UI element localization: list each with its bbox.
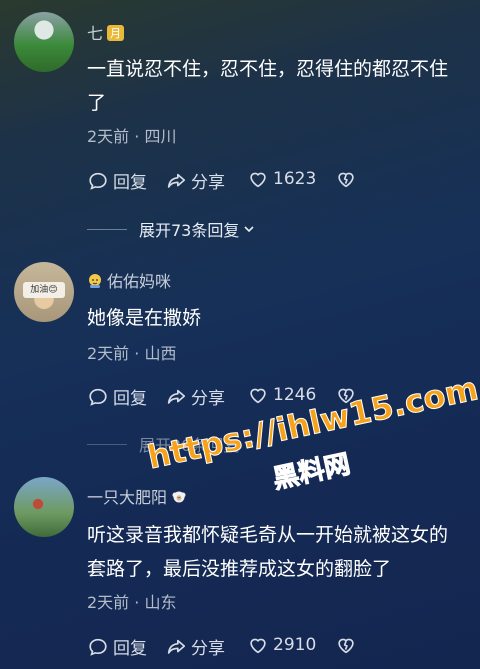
- comment-actions: 回复 分享 2910: [87, 634, 467, 659]
- avatar[interactable]: [14, 477, 74, 537]
- share-icon: [167, 389, 186, 404]
- comment-meta: 2天前 · 山东: [87, 593, 177, 612]
- comment-actions: 回复 分享 1623: [87, 168, 467, 193]
- chevron-down-icon: [244, 226, 254, 233]
- like-button[interactable]: 1246: [247, 384, 316, 406]
- broken-heart-icon: [338, 638, 354, 654]
- share-button[interactable]: 分享: [165, 168, 225, 193]
- avatar-sign: 加油😊: [23, 282, 65, 298]
- heart-icon: [250, 388, 266, 404]
- comment-text: 听这录音我都怀疑毛奇从一开始就被这女的套路了，最后没推荐成这女的翻脸了: [87, 524, 449, 580]
- dislike-button[interactable]: [335, 634, 357, 656]
- share-button[interactable]: 分享: [165, 634, 225, 659]
- avatar[interactable]: 加油😊: [14, 262, 74, 322]
- username[interactable]: 七月: [87, 20, 125, 44]
- share-icon: [167, 639, 186, 654]
- heart-icon: [250, 638, 266, 654]
- baby-emoji-icon: [89, 274, 101, 288]
- watermark-name: 黑料网: [270, 449, 354, 496]
- share-icon: [167, 173, 186, 188]
- comment-meta: 2天前 · 山西: [87, 344, 177, 363]
- like-count: 1246: [273, 385, 317, 405]
- comment-meta: 2天前 · 四川: [87, 127, 177, 146]
- broken-heart-icon: [338, 172, 354, 188]
- comment-text: 一直说忍不住，忍不住，忍得住的都忍不住了: [87, 58, 449, 114]
- divider: [87, 228, 127, 230]
- reply-icon: [89, 172, 107, 190]
- dislike-button[interactable]: [335, 168, 357, 190]
- expand-replies-button[interactable]: 展开73条回复: [87, 217, 387, 241]
- reply-button[interactable]: 回复: [87, 634, 147, 659]
- like-count: 2910: [273, 635, 317, 655]
- reply-button[interactable]: 回复: [87, 384, 147, 409]
- reply-button[interactable]: 回复: [87, 168, 147, 193]
- username[interactable]: 佑佑妈咪: [87, 268, 171, 292]
- like-count: 1623: [273, 169, 317, 189]
- divider: [87, 443, 127, 445]
- heart-icon: [250, 172, 266, 188]
- reply-icon: [89, 388, 107, 406]
- month-badge: 月: [107, 25, 125, 41]
- like-button[interactable]: 2910: [247, 634, 316, 656]
- avatar[interactable]: [14, 12, 74, 72]
- reply-icon: [89, 638, 107, 656]
- share-button[interactable]: 分享: [165, 384, 225, 409]
- like-button[interactable]: 1623: [247, 168, 316, 190]
- comment-text: 她像是在撒娇: [87, 307, 202, 329]
